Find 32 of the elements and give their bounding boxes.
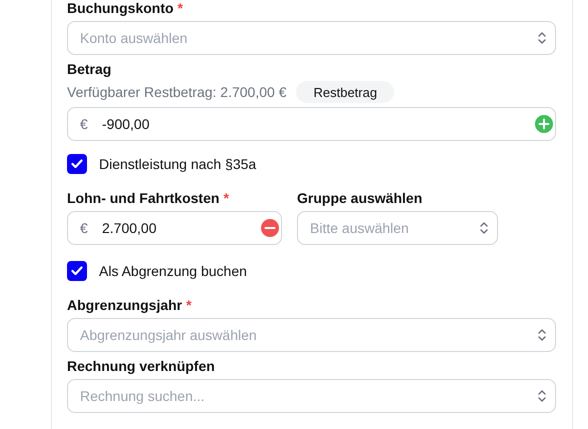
field-label: Abgrenzungsjahr bbox=[67, 296, 182, 314]
field-label: Gruppe auswählen bbox=[297, 189, 422, 207]
chevron-up-down-icon bbox=[479, 221, 489, 235]
field-label: Lohn- und Fahrtkosten bbox=[67, 189, 220, 207]
remaining-amount-text: Verfügbarer Restbetrag: 2.700,00 € bbox=[67, 84, 286, 100]
chevron-up-down-icon bbox=[537, 328, 547, 342]
checkbox-label: Dienstleistung nach §35a bbox=[99, 156, 256, 172]
chevron-up-down-icon bbox=[537, 31, 547, 45]
amount-field[interactable]: € 2.700,00 bbox=[67, 211, 282, 245]
select-field[interactable]: Bitte auswählen bbox=[297, 211, 498, 245]
check-icon bbox=[71, 266, 83, 276]
field-label: Buchungskonto bbox=[67, 0, 174, 17]
checkbox[interactable] bbox=[67, 261, 87, 281]
remaining-amount-button[interactable]: Restbetrag bbox=[296, 81, 394, 103]
field-label: Rechnung verknüpfen bbox=[67, 357, 215, 375]
check-icon bbox=[71, 159, 83, 169]
checkbox-label: Als Abgrenzung buchen bbox=[99, 263, 247, 279]
minus-icon[interactable] bbox=[261, 219, 279, 237]
select-field[interactable]: Rechnung suchen... bbox=[67, 379, 556, 413]
field-label: Betrag bbox=[67, 60, 112, 78]
currency-symbol: € bbox=[80, 220, 89, 236]
select-field[interactable]: Abgrenzungsjahr auswählen bbox=[67, 318, 556, 352]
required-mark: * bbox=[178, 0, 183, 17]
amount-value: -900,00 bbox=[102, 116, 150, 132]
select-field[interactable]: Konto auswählen bbox=[67, 21, 556, 55]
chevron-up-down-icon bbox=[537, 389, 547, 403]
checkbox[interactable] bbox=[67, 154, 87, 174]
required-mark: * bbox=[186, 296, 192, 314]
currency-symbol: € bbox=[80, 116, 89, 132]
amount-value: 2.700,00 bbox=[102, 220, 156, 236]
amount-field[interactable]: € -900,00 bbox=[67, 107, 556, 141]
required-mark: * bbox=[223, 189, 229, 207]
